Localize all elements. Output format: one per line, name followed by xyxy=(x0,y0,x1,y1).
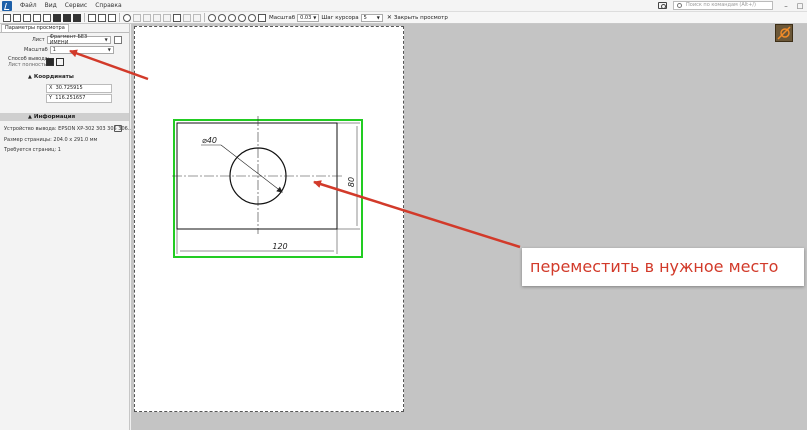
app-window: Файл Вид Сервис Справка Поиск по команда… xyxy=(0,0,807,430)
diameter-dimension: ⌀40 xyxy=(202,136,217,145)
width-dimension: 120 xyxy=(272,242,287,251)
height-dimension: 80 xyxy=(347,177,356,187)
annotation-label: переместить в нужное место xyxy=(522,248,804,286)
annotation-arrow-to-scale xyxy=(69,49,149,81)
drawing-overlay: ⌀40 80 120 xyxy=(69,49,521,258)
annotation-arrow-to-drawing xyxy=(313,180,521,249)
